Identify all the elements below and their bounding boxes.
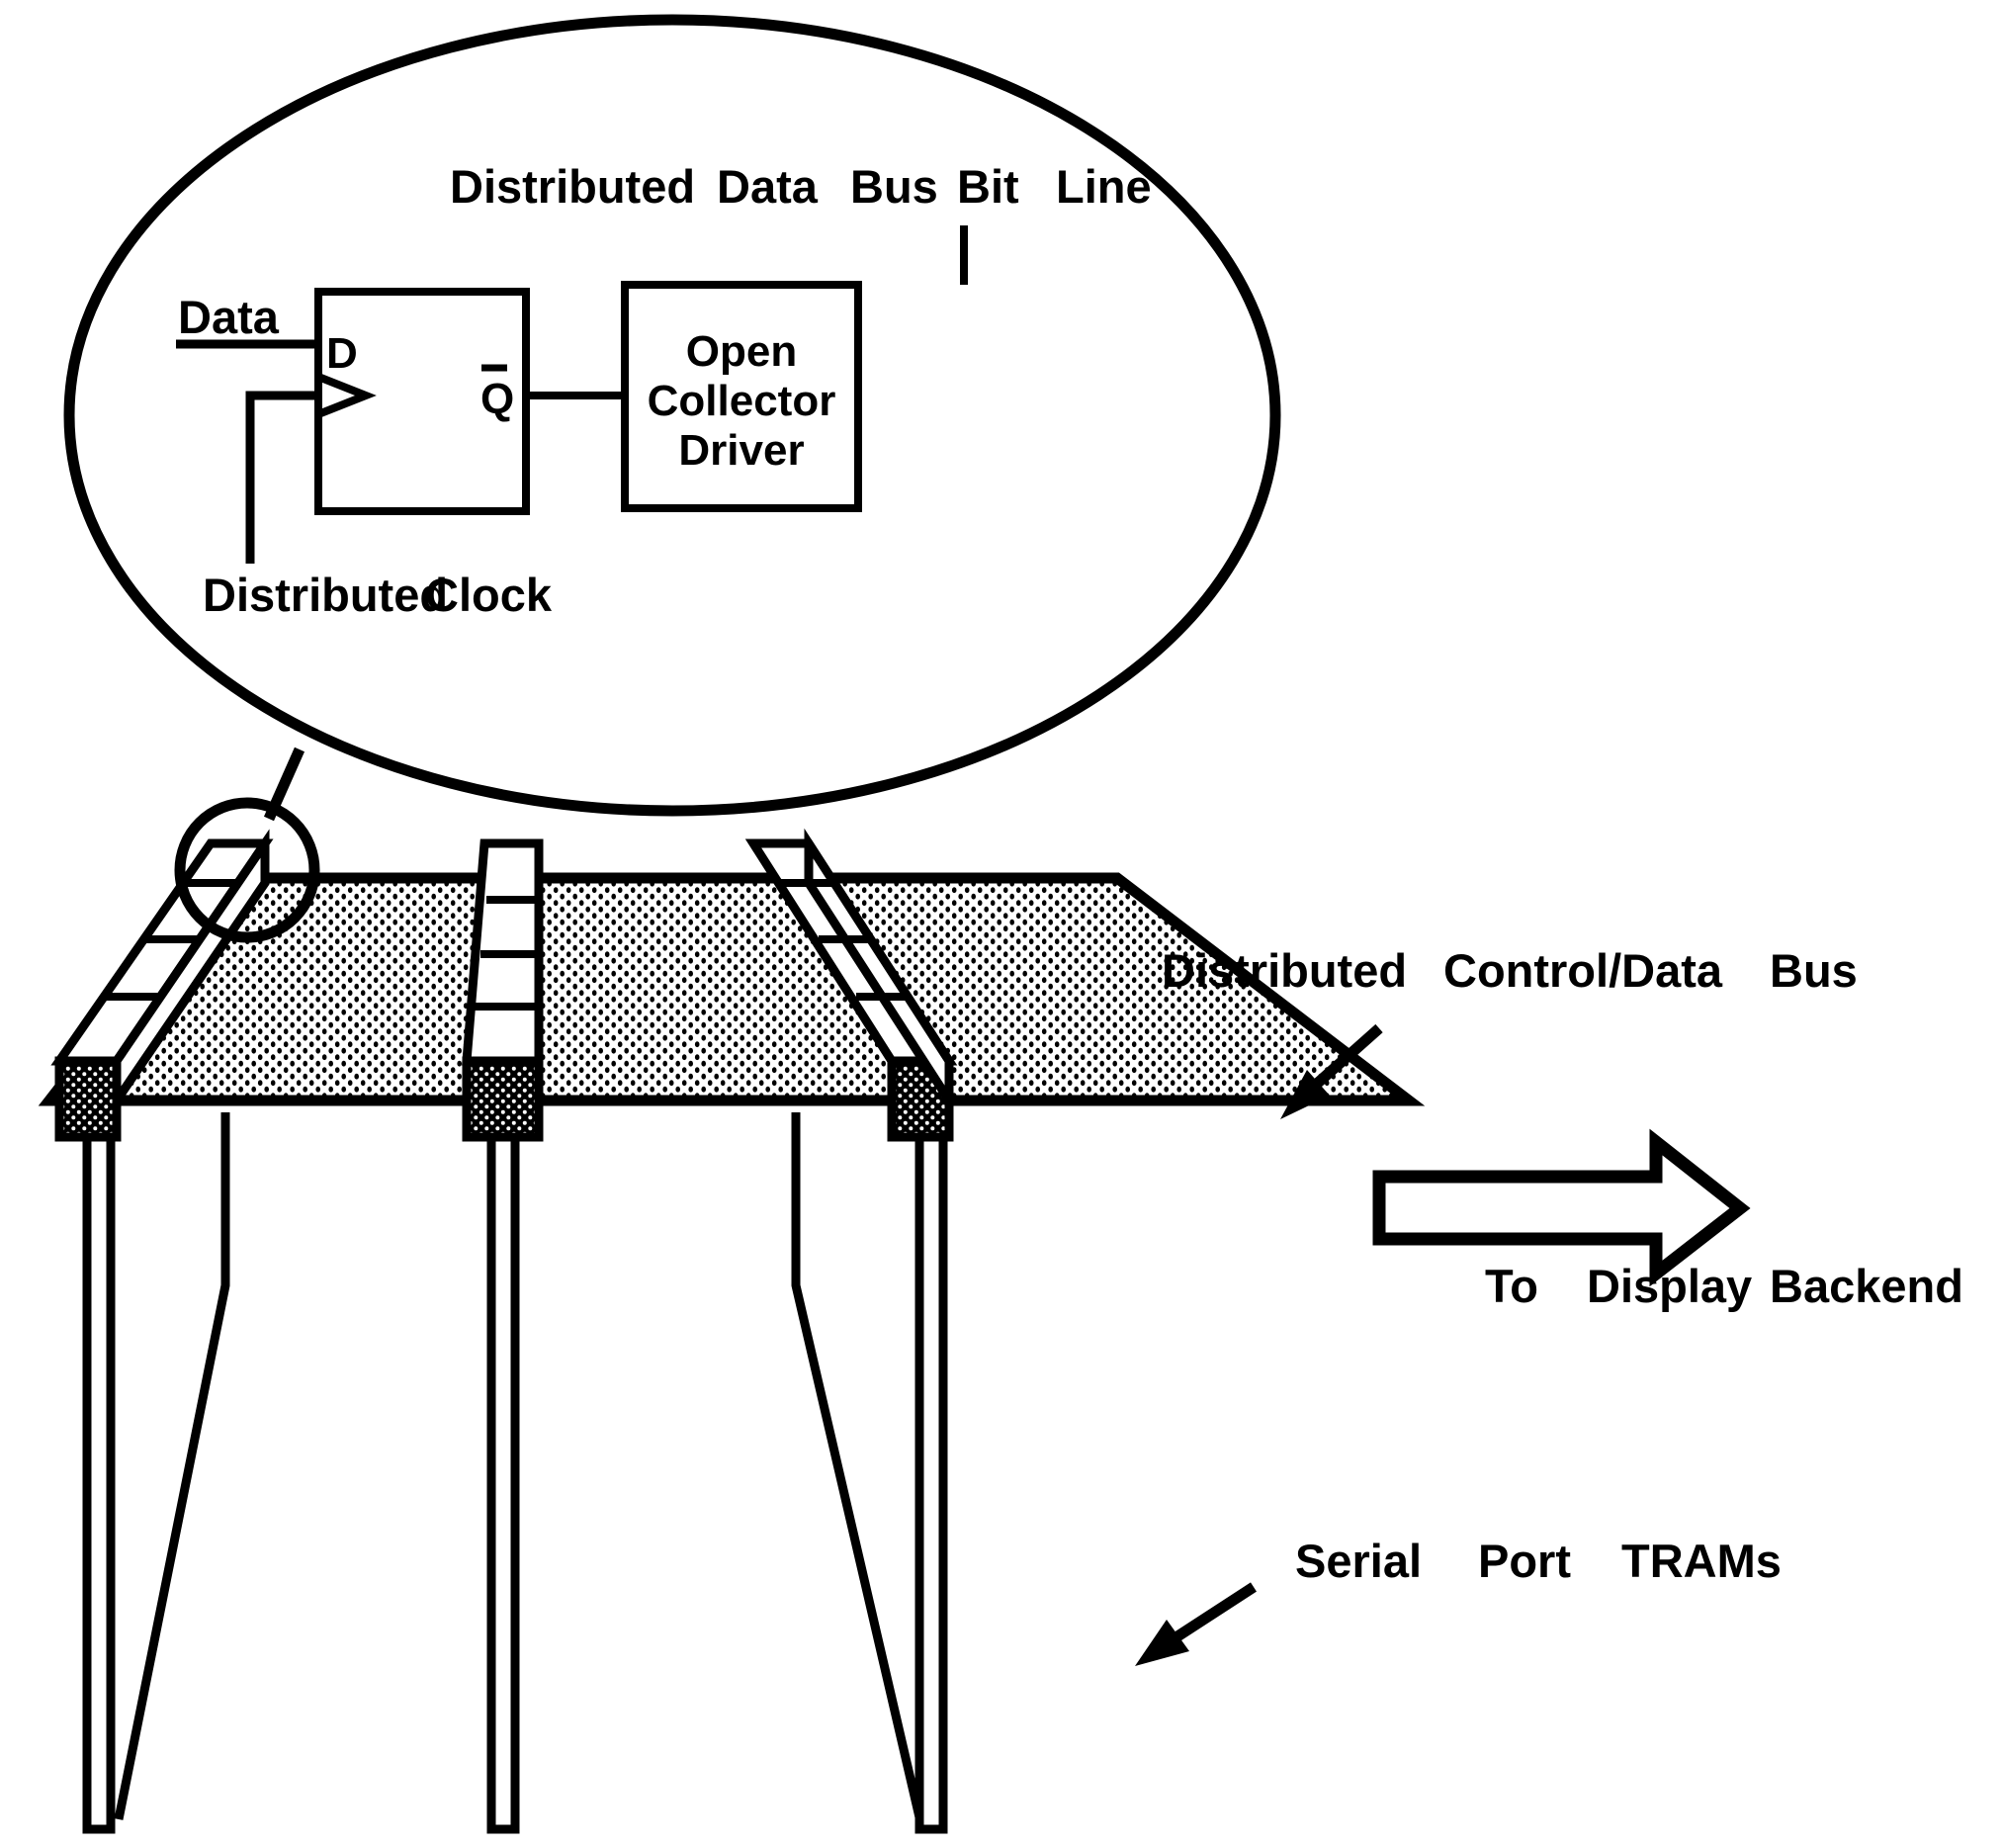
bus-label-word3: Bus	[1770, 944, 1858, 997]
backend-label-word1: To	[1485, 1260, 1538, 1312]
tram-label-word3: TRAMs	[1621, 1535, 1782, 1587]
distributed-clock-label-word2: Clock	[425, 569, 553, 621]
data-input-label: Data	[178, 291, 280, 343]
tram-label-word2: Port	[1478, 1535, 1571, 1587]
callout-heading-line: Line	[1056, 160, 1152, 213]
backend-label-word2: Display	[1587, 1260, 1752, 1312]
callout-heading-bit: Bit	[957, 160, 1019, 213]
driver-label-line1: Open	[686, 327, 797, 376]
tram-bar-middle-endcap	[462, 1056, 544, 1142]
driver-label-line2: Collector	[648, 377, 836, 425]
leg-pin-right	[914, 1132, 948, 1834]
tram-bar-middle	[462, 838, 544, 1142]
backend-label-word3: Backend	[1770, 1260, 1963, 1312]
callout-heading-bus: Bus	[850, 160, 938, 213]
bus-label-word2: Control/Data	[1443, 944, 1723, 997]
bus-label-word1: Distributed	[1162, 944, 1407, 997]
leg-pin-left	[82, 1132, 116, 1834]
callout-heading-data: Data	[717, 160, 819, 213]
flipflop-q-pin-label: Q	[480, 375, 514, 423]
flipflop-d-pin-label: D	[326, 329, 358, 378]
distributed-clock-label-word1: Distributed	[203, 569, 448, 621]
tram-bar-left-endcap	[54, 1056, 122, 1142]
callout-heading-distributed: Distributed	[450, 160, 695, 213]
leg-pin-middle	[486, 1132, 520, 1834]
tram-label-word1: Serial	[1295, 1535, 1422, 1587]
figure-root: Distributed Data Bus Bit Line Data D Q O…	[0, 0, 2002, 1848]
magnified-callout: Distributed Data Bus Bit Line Data D Q O…	[63, 14, 1281, 822]
driver-label-line3: Driver	[678, 426, 804, 475]
